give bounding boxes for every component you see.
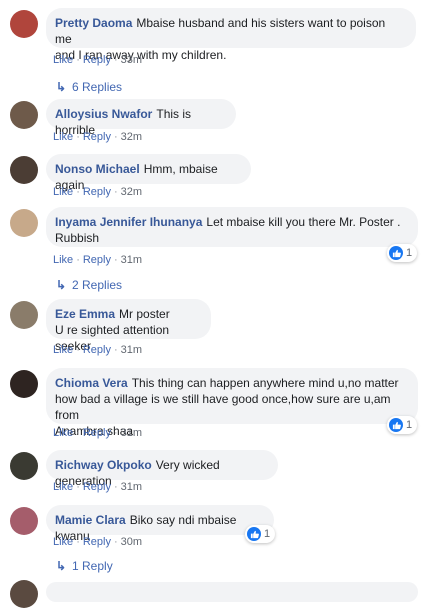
comment-text: This thing can happen anywhere mind u,no…: [131, 376, 399, 390]
avatar[interactable]: [10, 370, 38, 398]
avatar[interactable]: [10, 10, 38, 38]
separator: ·: [113, 536, 118, 548]
comment-bubble: Richway Okpoko Very wicked generation: [46, 450, 278, 488]
timestamp[interactable]: 32m: [121, 131, 142, 143]
timestamp[interactable]: 31m: [121, 344, 142, 356]
separator: ·: [76, 131, 80, 143]
reply-button[interactable]: Reply: [83, 481, 111, 493]
comment-actions: Like · Reply · 33m: [53, 53, 142, 67]
comment-actions: Like · Reply · 31m: [53, 480, 142, 494]
reaction-number: 1: [264, 528, 271, 540]
reply-button[interactable]: Reply: [83, 427, 111, 439]
separator: ·: [76, 427, 80, 439]
separator: ·: [113, 254, 118, 266]
separator: ·: [113, 54, 118, 66]
reply-arrow-icon: ↳: [56, 559, 67, 573]
like-button[interactable]: Like: [53, 536, 73, 548]
comment-actions: Like · Reply · 30m: [53, 535, 142, 549]
reply-arrow-icon: ↳: [56, 278, 67, 292]
timestamp[interactable]: 33m: [121, 54, 142, 66]
reply-arrow-icon: ↳: [56, 80, 67, 94]
comment-bubble: [46, 582, 418, 602]
separator: ·: [76, 254, 80, 266]
avatar[interactable]: [10, 156, 38, 184]
comment-bubble: Nonso Michael Hmm, mbaise again: [46, 154, 251, 192]
reaction-number: 1: [406, 247, 413, 259]
comment-actions: Like · Reply · 32m: [53, 185, 142, 199]
reply-button[interactable]: Reply: [83, 536, 111, 548]
timestamp[interactable]: 31m: [121, 427, 142, 439]
comment-text: Let mbaise kill you there Mr. Poster .: [206, 215, 401, 229]
comment-author[interactable]: Nonso Michael: [55, 162, 140, 176]
view-replies-link[interactable]: ↳ 2 Replies: [56, 277, 122, 293]
timestamp[interactable]: 32m: [121, 186, 142, 198]
comment-text: how bad a village is we still have good …: [55, 392, 391, 422]
like-button[interactable]: Like: [53, 186, 73, 198]
comment-bubble: Pretty Daoma Mbaise husband and his siste…: [46, 8, 416, 62]
avatar[interactable]: [10, 452, 38, 480]
separator: ·: [76, 186, 80, 198]
comment-author[interactable]: Alloysius Nwafor: [55, 107, 152, 121]
comment-actions: Like · Reply · 32m: [53, 130, 142, 144]
separator: ·: [113, 427, 118, 439]
like-button[interactable]: Like: [53, 54, 73, 66]
comment-author[interactable]: Eze Emma: [55, 307, 115, 321]
timestamp[interactable]: 30m: [121, 536, 142, 548]
reaction-count[interactable]: 1: [387, 244, 418, 262]
comment-author[interactable]: Inyama Jennifer Ihunanya: [55, 215, 202, 229]
thumbs-up-icon: [247, 527, 261, 541]
reply-button[interactable]: Reply: [83, 186, 111, 198]
avatar[interactable]: [10, 580, 38, 608]
comment-bubble: Eze Emma Mr poster U re sighted attention…: [46, 299, 211, 353]
separator: ·: [76, 54, 80, 66]
comment-bubble: Alloysius Nwafor This is horrible: [46, 99, 236, 137]
comment-text: Mr poster: [119, 307, 170, 321]
comment-author[interactable]: Pretty Daoma: [55, 16, 132, 30]
replies-count: 2 Replies: [72, 278, 123, 292]
replies-count: 1 Reply: [72, 559, 113, 573]
replies-count: 6 Replies: [72, 80, 123, 94]
separator: ·: [76, 536, 80, 548]
avatar[interactable]: [10, 101, 38, 129]
like-button[interactable]: Like: [53, 427, 73, 439]
like-button[interactable]: Like: [53, 344, 73, 356]
comment-actions: Like · Reply · 31m: [53, 253, 142, 267]
reaction-count[interactable]: 1: [387, 416, 418, 434]
comment-bubble: Mamie Clara Biko say ndi mbaise kwanu: [46, 505, 274, 543]
thumbs-up-icon: [389, 418, 403, 432]
comment-author[interactable]: Mamie Clara: [55, 513, 126, 527]
reaction-number: 1: [406, 419, 413, 431]
timestamp[interactable]: 31m: [121, 254, 142, 266]
avatar[interactable]: [10, 209, 38, 237]
separator: ·: [76, 344, 80, 356]
comment-actions: Like · Reply · 31m: [53, 343, 142, 357]
separator: ·: [113, 131, 118, 143]
timestamp[interactable]: 31m: [121, 481, 142, 493]
avatar[interactable]: [10, 301, 38, 329]
comment-text: Rubbish: [55, 231, 100, 245]
comment-bubble: Chioma Vera This thing can happen anywher…: [46, 368, 418, 438]
comment-author[interactable]: Richway Okpoko: [55, 458, 152, 472]
separator: ·: [113, 344, 118, 356]
reply-button[interactable]: Reply: [83, 344, 111, 356]
comment-bubble: Inyama Jennifer Ihunanya Let mbaise kill …: [46, 207, 418, 247]
reply-button[interactable]: Reply: [83, 131, 111, 143]
comment-author[interactable]: Chioma Vera: [55, 376, 128, 390]
thumbs-up-icon: [389, 246, 403, 260]
comment-actions: Like · Reply · 31m: [53, 426, 142, 440]
view-replies-link[interactable]: ↳ 6 Replies: [56, 79, 122, 95]
like-button[interactable]: Like: [53, 254, 73, 266]
reply-button[interactable]: Reply: [83, 254, 111, 266]
like-button[interactable]: Like: [53, 481, 73, 493]
view-replies-link[interactable]: ↳ 1 Reply: [56, 558, 113, 574]
like-button[interactable]: Like: [53, 131, 73, 143]
separator: ·: [113, 481, 118, 493]
reaction-count[interactable]: 1: [245, 525, 276, 543]
separator: ·: [113, 186, 118, 198]
separator: ·: [76, 481, 80, 493]
reply-button[interactable]: Reply: [83, 54, 111, 66]
avatar[interactable]: [10, 507, 38, 535]
